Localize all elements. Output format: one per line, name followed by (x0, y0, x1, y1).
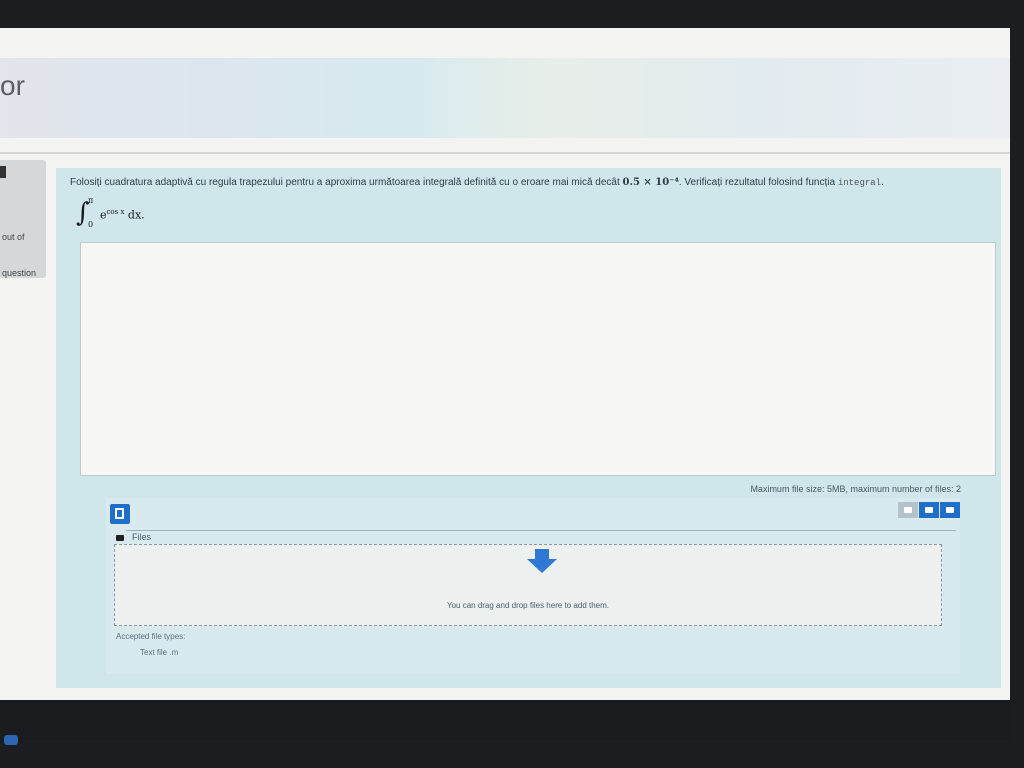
header-divider (0, 152, 1010, 154)
question-text-suffix: . (881, 177, 884, 188)
add-file-button[interactable] (110, 504, 130, 524)
view-icons-button[interactable] (898, 502, 918, 518)
accepted-file-types-label: Accepted file types: (116, 632, 186, 641)
error-tolerance: 0.5 × 10⁻⁴ (622, 177, 679, 188)
dropzone-text: You can drag and drop files here to add … (446, 601, 610, 610)
file-limits-text: Maximum file size: 5MB, maximum number o… (750, 484, 961, 494)
file-dropzone[interactable]: You can drag and drop files here to add … (114, 544, 942, 626)
file-manager: Files You can drag and drop files here t… (106, 498, 960, 674)
integrand-exponent: cos x (106, 208, 125, 216)
files-folder-label: Files (132, 532, 152, 542)
question-number (0, 166, 6, 178)
integrand: ecos x dx. (100, 208, 145, 222)
view-toggle-group (898, 502, 960, 518)
accepted-file-type-item: Text file .m (140, 648, 179, 657)
answer-text-editor[interactable] (80, 242, 996, 476)
view-tree-button[interactable] (940, 502, 960, 518)
taskbar (0, 700, 1010, 745)
browser-viewport: or out of question Folosiți cuadratura a… (0, 28, 1010, 700)
view-details-button[interactable] (919, 502, 939, 518)
files-folder-row[interactable]: Files (116, 532, 151, 542)
flag-question-link[interactable]: question (2, 268, 36, 278)
question-info-panel: out of question (0, 160, 46, 278)
function-name: integral (837, 178, 882, 188)
integral-lower-limit: 0 (88, 220, 94, 229)
start-icon[interactable] (4, 735, 18, 745)
question-text: Folosiți cuadratura adaptivă cu regula t… (70, 176, 990, 190)
question-text-middle: . Verificați rezultatul folosind funcția (678, 177, 836, 188)
question-text-prefix: Folosiți cuadratura adaptivă cu regula t… (70, 177, 620, 188)
integral-upper-limit: π (88, 196, 94, 205)
folder-icon (116, 534, 124, 541)
site-title: or (0, 70, 25, 101)
download-arrow-icon (527, 549, 557, 573)
site-banner: or (0, 58, 1010, 138)
file-manager-divider (126, 530, 956, 531)
question-content: Folosiți cuadratura adaptivă cu regula t… (56, 168, 1001, 688)
question-mark-text: out of (2, 232, 25, 242)
integrand-differential: dx. (124, 208, 145, 222)
